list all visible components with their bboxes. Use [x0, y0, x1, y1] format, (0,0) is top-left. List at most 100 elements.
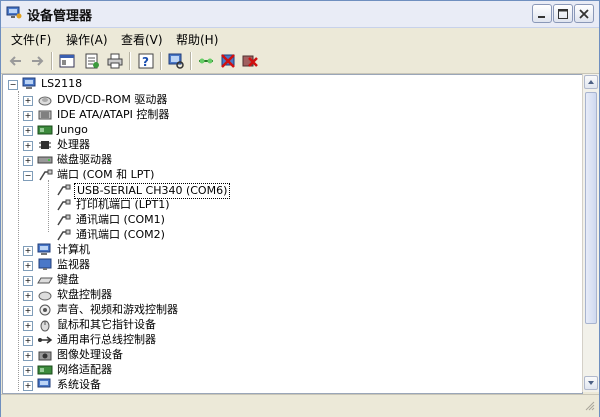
- tree-item-label: 键盘: [57, 273, 79, 286]
- vertical-scrollbar[interactable]: [582, 74, 599, 392]
- tree-child-label: 通讯端口 (COM1): [76, 213, 165, 226]
- menu-help[interactable]: 帮助(H): [176, 31, 218, 48]
- jungo-device-icon: [37, 125, 53, 135]
- print-icon[interactable]: [106, 52, 124, 70]
- expand-toggle[interactable]: +: [23, 141, 33, 151]
- menu-view[interactable]: 查看(V): [121, 31, 163, 48]
- expand-toggle[interactable]: +: [23, 291, 33, 301]
- disk-drive-icon: [37, 156, 53, 164]
- network-icon[interactable]: [197, 52, 215, 70]
- port-icon: [39, 169, 53, 181]
- maximize-icon: [558, 9, 568, 19]
- tree-connector: [18, 91, 19, 391]
- tree-item-label: 处理器: [57, 138, 90, 151]
- tree-item-disk[interactable]: + 磁盘驱动器: [23, 153, 323, 167]
- mouse-icon: [40, 320, 50, 332]
- tree-item-system[interactable]: + 系统设备: [23, 378, 323, 392]
- disable-icon[interactable]: [219, 52, 237, 70]
- tree-item-imaging[interactable]: + 图像处理设备: [23, 348, 323, 362]
- expand-toggle[interactable]: +: [23, 156, 33, 166]
- properties-icon[interactable]: [58, 52, 76, 70]
- computer-icon: [22, 77, 36, 89]
- collapse-toggle[interactable]: −: [8, 80, 18, 90]
- tree-child-usb-serial[interactable]: USB-SERIAL CH340 (COM6): [55, 183, 315, 199]
- tree-child-label: 打印机端口 (LPT1): [76, 198, 170, 211]
- tree-child-lpt1[interactable]: 打印机端口 (LPT1): [55, 198, 315, 212]
- toolbar-separator: [190, 52, 192, 70]
- menu-file[interactable]: 文件(F): [11, 31, 51, 48]
- scroll-up-icon: [588, 80, 594, 84]
- back-icon[interactable]: [7, 52, 25, 70]
- tree-item-jungo[interactable]: + Jungo: [23, 123, 323, 137]
- help-icon[interactable]: ?: [137, 52, 155, 70]
- expand-toggle[interactable]: +: [23, 306, 33, 316]
- status-bar: [1, 394, 599, 417]
- tree-child-com1[interactable]: 通讯端口 (COM1): [55, 213, 315, 227]
- tree-item-computer[interactable]: + 计算机: [23, 243, 323, 257]
- tree-root-label: LS2118: [41, 77, 83, 90]
- tree-item-label: 网络适配器: [57, 363, 112, 376]
- tree-connector: [48, 180, 49, 232]
- toolbar: ?: [1, 49, 599, 74]
- tree-item-label: DVD/CD-ROM 驱动器: [57, 93, 168, 106]
- tree-item-network[interactable]: + 网络适配器: [23, 363, 323, 377]
- scroll-down-icon: [588, 381, 594, 385]
- expand-toggle[interactable]: +: [23, 321, 33, 331]
- port-icon: [57, 199, 71, 211]
- tree-item-dvd[interactable]: + DVD/CD-ROM 驱动器: [23, 93, 323, 107]
- tree-child-label: USB-SERIAL CH340 (COM6): [74, 183, 231, 199]
- tree-root[interactable]: − LS2118: [8, 77, 208, 91]
- tree-item-label: IDE ATA/ATAPI 控制器: [57, 108, 170, 121]
- expand-toggle[interactable]: +: [23, 111, 33, 121]
- expand-toggle[interactable]: +: [23, 126, 33, 136]
- device-tree[interactable]: − LS2118 + DVD/CD-ROM 驱动器 + IDE ATA/ATAP…: [2, 74, 583, 394]
- title-bar[interactable]: 设备管理器: [1, 1, 599, 28]
- floppy-controller-icon: [38, 291, 52, 301]
- forward-icon[interactable]: [28, 52, 46, 70]
- expand-toggle[interactable]: +: [23, 336, 33, 346]
- expand-toggle[interactable]: +: [23, 261, 33, 271]
- expand-toggle[interactable]: +: [23, 366, 33, 376]
- tree-item-label: 端口 (COM 和 LPT): [57, 168, 155, 181]
- resize-grip-icon[interactable]: [583, 399, 595, 411]
- expand-toggle[interactable]: +: [23, 381, 33, 391]
- minimize-button[interactable]: [532, 4, 552, 23]
- tree-item-label: 声音、视频和游戏控制器: [57, 303, 178, 316]
- scroll-up-button[interactable]: [584, 75, 598, 89]
- tree-item-processor[interactable]: + 处理器: [23, 138, 323, 152]
- tree-item-keyboard[interactable]: + 键盘: [23, 273, 323, 287]
- usb-icon: [38, 336, 53, 344]
- tree-item-monitor[interactable]: + 监视器: [23, 258, 323, 272]
- tree-item-label: 磁盘驱动器: [57, 153, 112, 166]
- tree-item-floppy[interactable]: + 软盘控制器: [23, 288, 323, 302]
- toolbar-separator: [160, 52, 162, 70]
- maximize-button[interactable]: [553, 4, 573, 23]
- menu-action[interactable]: 操作(A): [66, 31, 108, 48]
- expand-toggle[interactable]: +: [23, 96, 33, 106]
- scan-hardware-icon[interactable]: [167, 52, 185, 70]
- monitor-icon: [38, 258, 52, 270]
- system-devices-icon: [37, 378, 51, 388]
- uninstall-icon[interactable]: [241, 52, 259, 70]
- tree-item-label: 系统设备: [57, 378, 101, 391]
- window-title: 设备管理器: [27, 9, 93, 24]
- toolbar-separator: [129, 52, 131, 70]
- tree-child-label: 通讯端口 (COM2): [76, 228, 165, 241]
- collapse-toggle[interactable]: −: [23, 171, 33, 181]
- tree-item-sound[interactable]: + 声音、视频和游戏控制器: [23, 303, 323, 317]
- computer-icon: [37, 243, 51, 255]
- tree-item-label: 计算机: [57, 243, 90, 256]
- update-driver-icon[interactable]: [83, 52, 101, 70]
- tree-child-com2[interactable]: 通讯端口 (COM2): [55, 228, 315, 242]
- tree-item-usb[interactable]: + 通用串行总线控制器: [23, 333, 323, 347]
- expand-toggle[interactable]: +: [23, 276, 33, 286]
- close-icon: [579, 9, 589, 19]
- expand-toggle[interactable]: +: [23, 246, 33, 256]
- scroll-down-button[interactable]: [584, 376, 598, 390]
- expand-toggle[interactable]: +: [23, 351, 33, 361]
- tree-item-mouse[interactable]: + 鼠标和其它指针设备: [23, 318, 323, 332]
- tree-item-ide[interactable]: + IDE ATA/ATAPI 控制器: [23, 108, 323, 122]
- tree-item-ports[interactable]: − 端口 (COM 和 LPT): [23, 168, 323, 182]
- scroll-thumb[interactable]: [585, 92, 597, 324]
- close-button[interactable]: [574, 4, 594, 23]
